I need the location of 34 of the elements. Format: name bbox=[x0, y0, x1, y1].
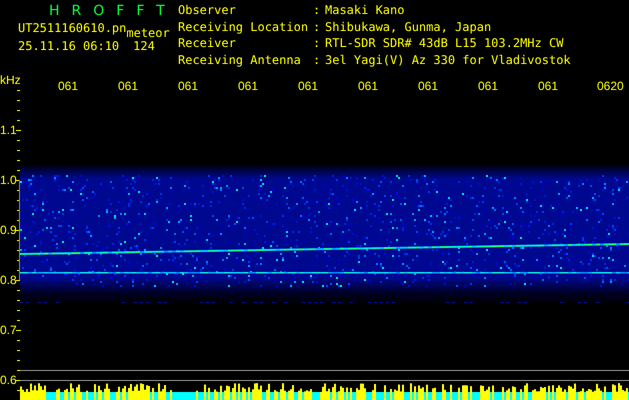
info-label: Receiver bbox=[178, 37, 237, 52]
info-value: Shibukawa, Gunma, Japan bbox=[325, 20, 492, 36]
info-separator: : bbox=[313, 20, 322, 36]
time-label: 061 bbox=[118, 80, 138, 92]
info-label: Receiving Location bbox=[178, 20, 310, 36]
file-label: meteor bbox=[126, 27, 170, 39]
time-label: 061 bbox=[538, 80, 558, 92]
time-label: 061 bbox=[418, 80, 438, 92]
frequency-label: 1.0 bbox=[0, 174, 17, 186]
info-value: RTL-SDR SDR# 43dB L15 103.2MHz CW bbox=[325, 37, 564, 52]
frequency-label: 1.1 bbox=[0, 124, 17, 136]
unit-label: kHz bbox=[0, 74, 21, 86]
info-value: 3el Yagi(V) Az 330 for Vladivostok bbox=[325, 54, 571, 69]
time-label: 061 bbox=[298, 80, 318, 92]
timestamp: 25.11.16 06:10 bbox=[18, 40, 120, 52]
info-label: Receiving Antenna bbox=[178, 54, 302, 69]
info-separator: : bbox=[313, 54, 322, 68]
app-title: HROFFT bbox=[48, 4, 178, 18]
time-label: 061 bbox=[178, 80, 198, 92]
time-label: 061 bbox=[58, 80, 78, 92]
frequency-label: 0.8 bbox=[0, 274, 17, 286]
frequency-label: 0.7 bbox=[0, 324, 17, 336]
info-value: Masaki Kano bbox=[325, 4, 406, 19]
time-label: 061 bbox=[358, 80, 378, 92]
time-label: 0620 bbox=[597, 80, 624, 92]
time-label: 061 bbox=[478, 80, 498, 92]
info-label: Observer bbox=[178, 4, 237, 19]
info-separator: : bbox=[313, 37, 322, 52]
frequency-label: 0.6 bbox=[0, 374, 17, 386]
file-name: UT2511160610.pn bbox=[18, 22, 126, 34]
info-separator: : bbox=[313, 4, 322, 19]
count: 124 bbox=[133, 40, 155, 52]
frequency-label: 0.9 bbox=[0, 224, 17, 236]
time-label: 061 bbox=[238, 80, 258, 92]
